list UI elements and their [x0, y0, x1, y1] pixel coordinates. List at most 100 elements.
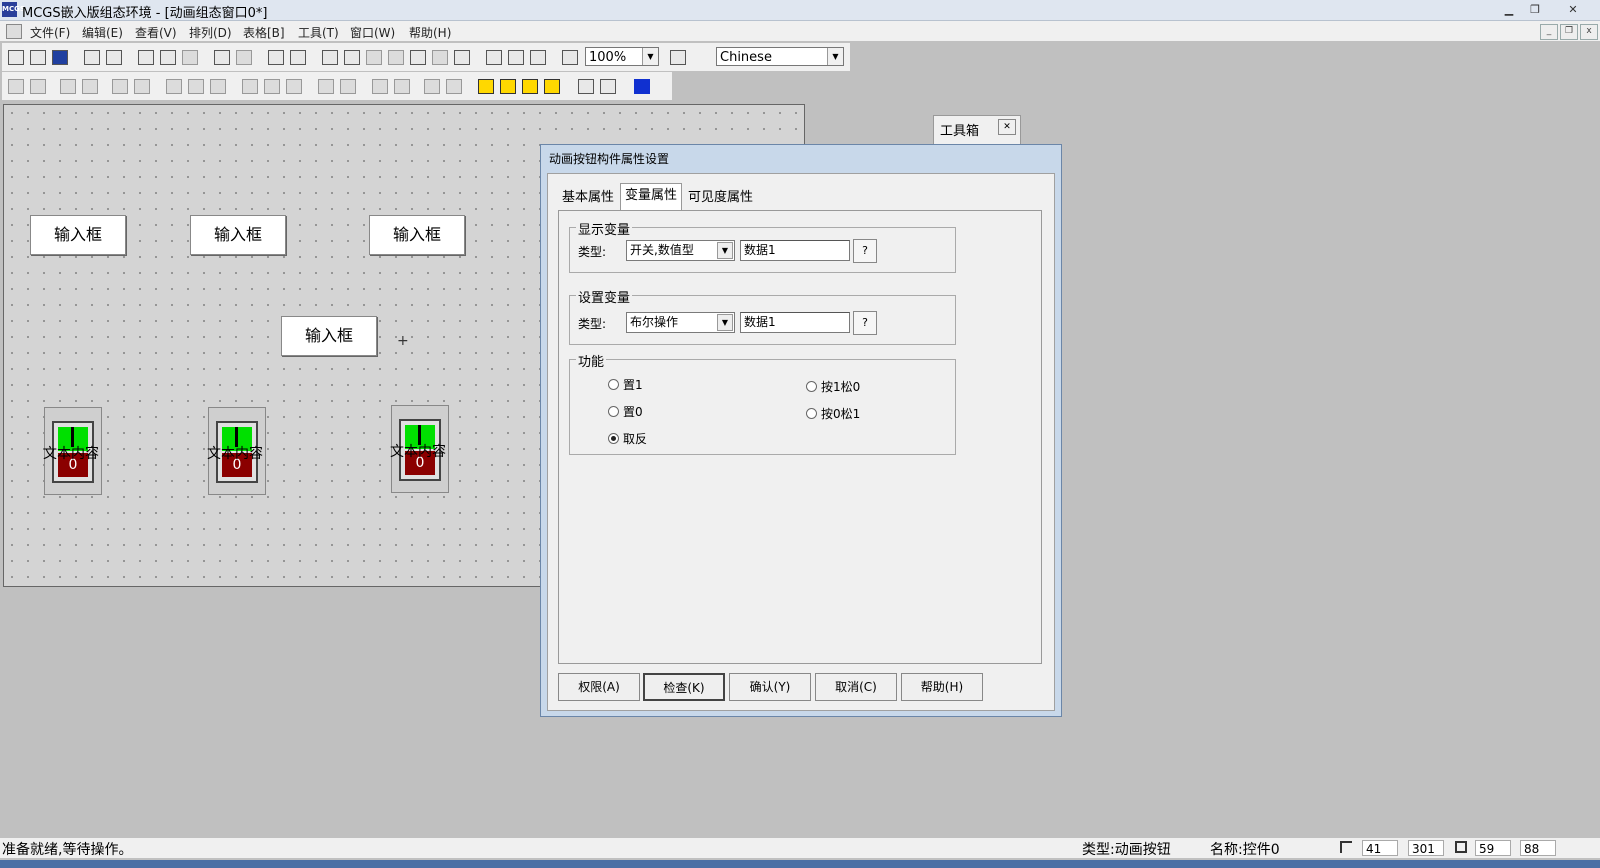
chevron-down-icon[interactable]: ▼	[717, 242, 733, 259]
line-width-icon[interactable]	[430, 47, 450, 67]
menu-edit[interactable]: 编辑(E)	[82, 24, 123, 41]
space-v-icon[interactable]	[262, 76, 282, 96]
group-icon[interactable]	[422, 76, 442, 96]
set-type-select[interactable]: 布尔操作 ▼	[626, 312, 735, 333]
paste-icon[interactable]	[180, 47, 200, 67]
chevron-down-icon[interactable]: ▼	[642, 48, 658, 65]
display-variable-input[interactable]: 数据1	[740, 240, 850, 261]
toolbox-close-icon[interactable]: ✕	[998, 119, 1016, 135]
align-left-icon[interactable]	[6, 76, 26, 96]
lock-icon[interactable]	[576, 76, 596, 96]
help-button[interactable]: 帮助(H)	[901, 673, 983, 701]
doc-icon[interactable]	[6, 24, 22, 39]
radio-press1-release0[interactable]: 按1松0	[806, 378, 860, 395]
send-backward-icon[interactable]	[542, 76, 562, 96]
radio-press0-release1[interactable]: 按0松1	[806, 405, 860, 422]
sort-icon[interactable]	[528, 47, 548, 67]
center-v-icon[interactable]	[186, 76, 206, 96]
dotted-grid-icon[interactable]	[452, 47, 472, 67]
set-variable-input[interactable]: 数据1	[740, 312, 850, 333]
save-icon[interactable]	[50, 47, 70, 67]
menu-window[interactable]: 窗口(W)	[350, 24, 395, 41]
display-variable-help-button[interactable]: ?	[853, 239, 877, 263]
chevron-down-icon[interactable]: ▼	[717, 314, 733, 331]
edit-shape-icon[interactable]	[598, 76, 618, 96]
print-icon[interactable]	[82, 47, 102, 67]
set-type-label: 类型:	[578, 317, 607, 331]
menu-file[interactable]: 文件(F)	[30, 24, 70, 41]
check-button[interactable]: 检查(K)	[643, 673, 725, 701]
help-cursor-icon[interactable]	[560, 47, 580, 67]
input-box[interactable]: 输入框	[190, 215, 286, 255]
toolbox-icon[interactable]	[266, 47, 286, 67]
flip-h-icon[interactable]	[370, 76, 390, 96]
rotate-left-icon[interactable]	[316, 76, 336, 96]
permission-button[interactable]: 权限(A)	[558, 673, 640, 701]
ungroup-icon[interactable]	[444, 76, 464, 96]
menu-help[interactable]: 帮助(H)	[409, 24, 451, 41]
radio-toggle[interactable]: 取反	[608, 430, 647, 447]
open-icon[interactable]	[28, 47, 48, 67]
menu-view[interactable]: 查看(V)	[135, 24, 177, 41]
redo-icon[interactable]	[234, 47, 254, 67]
space-h-icon[interactable]	[208, 76, 228, 96]
check-icon[interactable]	[506, 47, 526, 67]
display-type-select[interactable]: 开关,数值型 ▼	[626, 240, 735, 261]
tab-basic[interactable]: 基本属性	[558, 186, 618, 210]
mdi-minimize-icon[interactable]: _	[1540, 24, 1558, 40]
copy-icon[interactable]	[158, 47, 178, 67]
mdi-restore-icon[interactable]: ❐	[1560, 24, 1578, 40]
line-style-icon[interactable]	[408, 47, 428, 67]
minimize-icon[interactable]: ▁	[1497, 1, 1521, 18]
animated-switch[interactable]: 0 文本内容	[390, 405, 449, 493]
print-preview-icon[interactable]	[104, 47, 124, 67]
distribute-icon[interactable]	[284, 76, 304, 96]
set-variable-help-button[interactable]: ?	[853, 311, 877, 335]
input-box[interactable]: 输入框	[281, 316, 377, 356]
radio-set1[interactable]: 置1	[608, 376, 643, 393]
language-select[interactable]: Chinese ▼	[716, 47, 844, 66]
language-icon[interactable]	[668, 47, 688, 67]
confirm-button[interactable]: 确认(Y)	[729, 673, 811, 701]
same-height-icon[interactable]	[110, 76, 130, 96]
tab-visibility[interactable]: 可见度属性	[684, 186, 757, 210]
chevron-down-icon[interactable]: ▼	[827, 48, 843, 65]
bring-forward-icon[interactable]	[520, 76, 540, 96]
restore-icon[interactable]: ❐	[1523, 1, 1547, 18]
toolbox-panel[interactable]: 工具箱 ✕	[933, 115, 1021, 145]
undo-icon[interactable]	[212, 47, 232, 67]
mdi-close-icon[interactable]: x	[1580, 24, 1598, 40]
palette-icon[interactable]	[320, 47, 340, 67]
font-size-icon[interactable]	[386, 47, 406, 67]
rotate-right-icon[interactable]	[338, 76, 358, 96]
tab-variable[interactable]: 变量属性	[620, 183, 683, 211]
align-right-icon[interactable]	[28, 76, 48, 96]
bring-front-icon[interactable]	[476, 76, 496, 96]
layout-grid-icon[interactable]	[632, 76, 652, 96]
animated-switch[interactable]: 0 文本内容	[43, 407, 102, 495]
center-h-icon[interactable]	[164, 76, 184, 96]
same-size-icon[interactable]	[240, 76, 260, 96]
align-top-icon[interactable]	[58, 76, 78, 96]
send-back-icon[interactable]	[498, 76, 518, 96]
radio-set0[interactable]: 置0	[608, 403, 643, 420]
display-type-label: 类型:	[578, 245, 607, 259]
properties-icon[interactable]	[484, 47, 504, 67]
menu-table[interactable]: 表格[B]	[243, 24, 285, 41]
flip-v-icon[interactable]	[392, 76, 412, 96]
input-box[interactable]: 输入框	[30, 215, 126, 255]
close-icon[interactable]: ✕	[1561, 1, 1585, 18]
cut-icon[interactable]	[136, 47, 156, 67]
same-width-icon[interactable]	[132, 76, 152, 96]
font-icon[interactable]	[364, 47, 384, 67]
new-window-icon[interactable]	[6, 47, 26, 67]
line-color-icon[interactable]	[342, 47, 362, 67]
input-box[interactable]: 输入框	[369, 215, 465, 255]
align-bottom-icon[interactable]	[80, 76, 100, 96]
cancel-button[interactable]: 取消(C)	[815, 673, 897, 701]
animated-switch[interactable]: 0 文本内容	[207, 407, 266, 495]
grid-icon[interactable]	[288, 47, 308, 67]
zoom-select[interactable]: 100% ▼	[585, 47, 659, 66]
menu-arrange[interactable]: 排列(D)	[189, 24, 232, 41]
menu-tools[interactable]: 工具(T)	[298, 24, 339, 41]
